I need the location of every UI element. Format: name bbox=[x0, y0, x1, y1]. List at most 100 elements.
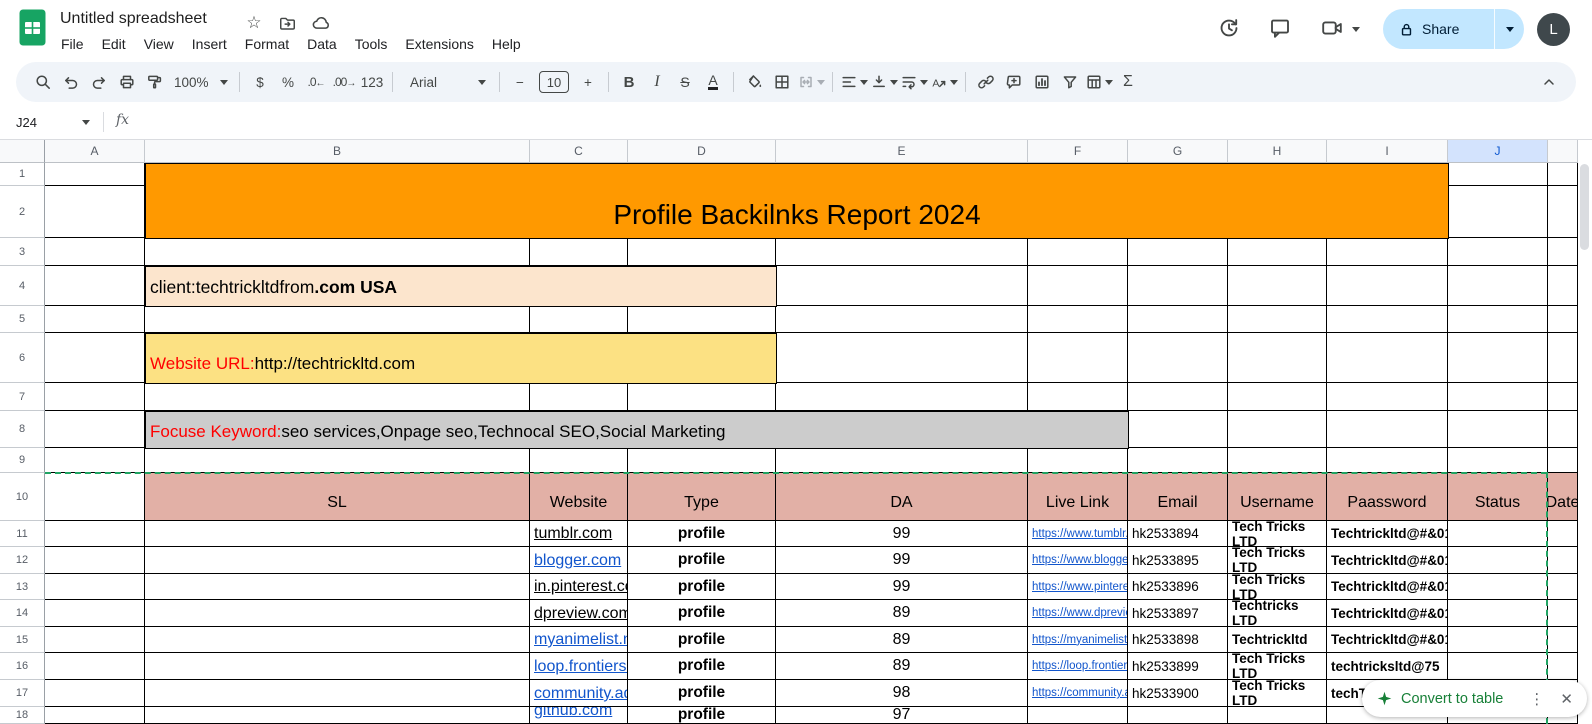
email-cell[interactable]: hk2533895 bbox=[1128, 547, 1228, 574]
increase-decimal-icon[interactable]: .00→ bbox=[331, 68, 357, 96]
popup-more-options-icon[interactable]: ⋮ bbox=[1525, 690, 1548, 708]
column-header-A[interactable]: A bbox=[45, 140, 145, 163]
grid-cell[interactable] bbox=[1128, 707, 1228, 724]
column-header-F[interactable]: F bbox=[1028, 140, 1128, 163]
grid-cell[interactable] bbox=[1448, 653, 1548, 680]
table-header-cell[interactable]: Live Link bbox=[1028, 473, 1128, 521]
grid-cell[interactable] bbox=[1228, 383, 1327, 411]
column-header-B[interactable]: B bbox=[145, 140, 530, 163]
email-cell[interactable]: hk2533896 bbox=[1128, 574, 1228, 600]
grid-cell[interactable] bbox=[145, 653, 530, 680]
grid-cell[interactable] bbox=[1228, 333, 1327, 383]
row-header-13[interactable]: 13 bbox=[0, 574, 45, 600]
live-link-cell[interactable]: https://community.adobe.com/t5/user/view… bbox=[1028, 680, 1128, 707]
grid-cell[interactable] bbox=[1327, 411, 1448, 448]
column-header-E[interactable]: E bbox=[776, 140, 1028, 163]
filter-icon[interactable] bbox=[1057, 68, 1083, 96]
grid-cell[interactable] bbox=[1548, 574, 1578, 600]
table-header-cell[interactable]: Username bbox=[1228, 473, 1327, 521]
menu-insert[interactable]: Insert bbox=[183, 33, 236, 55]
data-table-icon[interactable] bbox=[1085, 68, 1113, 96]
grid-cell[interactable] bbox=[1548, 653, 1578, 680]
grid-cell[interactable] bbox=[1028, 707, 1128, 724]
grid-cell[interactable] bbox=[1128, 383, 1228, 411]
column-header-D[interactable]: D bbox=[628, 140, 776, 163]
email-cell[interactable]: hk2533897 bbox=[1128, 600, 1228, 627]
move-folder-icon[interactable] bbox=[276, 12, 298, 34]
row-header-7[interactable]: 7 bbox=[0, 383, 45, 411]
da-cell[interactable]: 99 bbox=[776, 521, 1028, 547]
grid-cell[interactable] bbox=[776, 333, 1028, 383]
menu-help[interactable]: Help bbox=[483, 33, 530, 55]
client-cell[interactable]: client:techtrickltdfrom.com USA bbox=[145, 266, 777, 307]
email-cell[interactable]: hk2533899 bbox=[1128, 653, 1228, 680]
grid-cell[interactable] bbox=[1327, 306, 1448, 333]
undo-icon[interactable] bbox=[58, 68, 84, 96]
column-header-k[interactable] bbox=[1548, 140, 1578, 163]
row-header-11[interactable]: 11 bbox=[0, 521, 45, 547]
star-icon[interactable]: ☆ bbox=[243, 12, 265, 34]
grid-cell[interactable] bbox=[776, 266, 1028, 306]
grid-cell[interactable] bbox=[1128, 333, 1228, 383]
insert-link-icon[interactable] bbox=[973, 68, 999, 96]
da-cell[interactable]: 89 bbox=[776, 600, 1028, 627]
da-cell[interactable]: 97 bbox=[776, 707, 1028, 724]
table-header-cell[interactable]: Type bbox=[628, 473, 776, 521]
row-header-17[interactable]: 17 bbox=[0, 680, 45, 707]
insert-comment-icon[interactable] bbox=[1001, 68, 1027, 96]
menu-tools[interactable]: Tools bbox=[346, 33, 397, 55]
menu-data[interactable]: Data bbox=[298, 33, 346, 55]
grid-cell[interactable] bbox=[1448, 600, 1548, 627]
popup-close-icon[interactable]: ✕ bbox=[1556, 690, 1577, 708]
grid-cell[interactable] bbox=[1548, 163, 1578, 186]
grid-cell[interactable] bbox=[45, 266, 145, 306]
grid-cell[interactable] bbox=[1128, 306, 1228, 333]
merge-cells-icon[interactable] bbox=[797, 68, 825, 96]
website-cell[interactable]: community.adobe.com bbox=[530, 680, 628, 707]
grid-cell[interactable] bbox=[1327, 238, 1448, 266]
password-cell[interactable]: Techtrickltd@#&0171 bbox=[1327, 600, 1448, 627]
grid-cell[interactable] bbox=[1128, 266, 1228, 306]
grid-cell[interactable] bbox=[1327, 383, 1448, 411]
grid-cell[interactable] bbox=[1228, 238, 1327, 266]
horizontal-align-icon[interactable] bbox=[840, 68, 868, 96]
password-cell[interactable]: Techtrickltd@#&0171 bbox=[1327, 627, 1448, 653]
grid-cell[interactable] bbox=[1228, 448, 1327, 473]
grid-cell[interactable] bbox=[1548, 521, 1578, 547]
live-link-cell[interactable]: https://loop.frontiersin.org/people/2902… bbox=[1028, 653, 1128, 680]
row-header-10[interactable]: 10 bbox=[0, 473, 45, 521]
grid-cell[interactable] bbox=[145, 547, 530, 574]
grid-cell[interactable] bbox=[1448, 266, 1548, 306]
table-header-cell[interactable]: Email bbox=[1128, 473, 1228, 521]
grid-cell[interactable] bbox=[145, 680, 530, 707]
row-header-4[interactable]: 4 bbox=[0, 266, 45, 306]
menu-edit[interactable]: Edit bbox=[93, 33, 135, 55]
decrease-decimal-icon[interactable]: .0← bbox=[303, 68, 329, 96]
grid-cell[interactable] bbox=[1548, 333, 1578, 383]
grid-cell[interactable] bbox=[530, 448, 628, 473]
password-cell[interactable]: Techtrickltd@#&0171 bbox=[1327, 547, 1448, 574]
grid-cell[interactable] bbox=[45, 411, 145, 448]
email-cell[interactable]: hk2533898 bbox=[1128, 627, 1228, 653]
grid-cell[interactable] bbox=[776, 238, 1028, 266]
sheets-logo-icon[interactable] bbox=[19, 9, 46, 46]
grid-cell[interactable] bbox=[1028, 448, 1128, 473]
strikethrough-icon[interactable]: S bbox=[672, 68, 698, 96]
live-link-cell[interactable]: https://www.dpreview.com/members/75964 bbox=[1028, 600, 1128, 627]
password-cell[interactable]: Techtrickltd@#&017 bbox=[1327, 521, 1448, 547]
row-header-6[interactable]: 6 bbox=[0, 333, 45, 383]
table-header-cell[interactable]: SL bbox=[145, 473, 530, 521]
grid-cell[interactable] bbox=[1448, 411, 1548, 448]
da-cell[interactable]: 99 bbox=[776, 547, 1028, 574]
grid-cell[interactable] bbox=[1228, 306, 1327, 333]
meet-camera-icon[interactable] bbox=[1320, 16, 1346, 42]
report-title-cell[interactable]: Profile Backilnks Report 2024 bbox=[145, 163, 1449, 239]
text-rotation-icon[interactable]: A bbox=[930, 68, 958, 96]
column-header-J[interactable]: J bbox=[1448, 140, 1548, 163]
camera-dropdown-caret-icon[interactable] bbox=[1352, 27, 1360, 32]
column-header-I[interactable]: I bbox=[1327, 140, 1448, 163]
grid-cell[interactable] bbox=[1327, 448, 1448, 473]
type-cell[interactable]: profile bbox=[628, 574, 776, 600]
grid-cell[interactable] bbox=[1448, 521, 1548, 547]
column-header-G[interactable]: G bbox=[1128, 140, 1228, 163]
